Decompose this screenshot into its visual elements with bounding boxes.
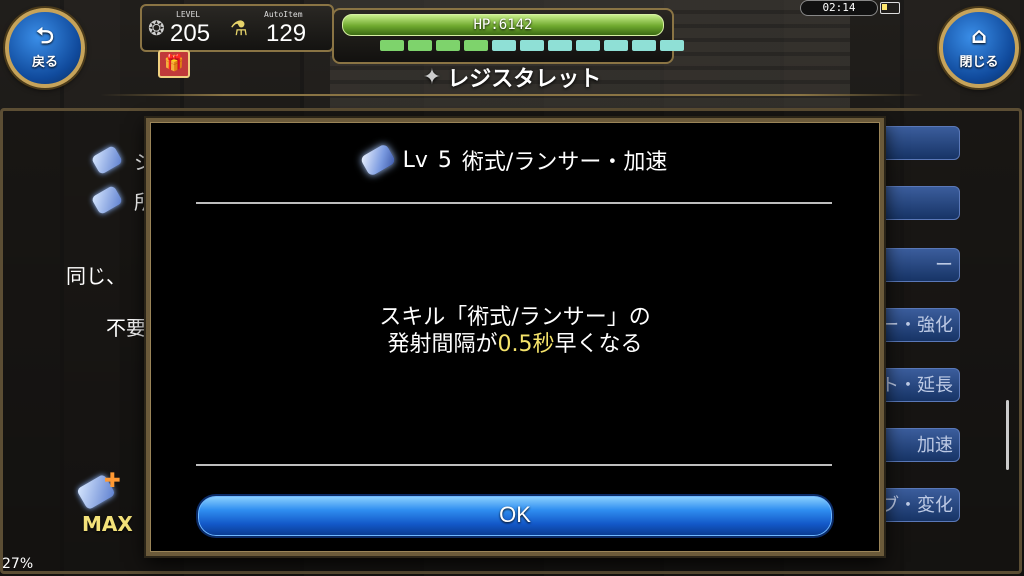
description-highlight: 0.5秒: [497, 332, 555, 357]
battery-icon: [880, 2, 900, 14]
chip-icon: [359, 142, 397, 178]
energy-segment: [660, 40, 684, 51]
description-line-2: 発射間隔が0.5秒早くなる: [150, 331, 880, 358]
plus-icon: ✚: [104, 468, 121, 492]
description-part-a: 発射間隔が: [387, 332, 498, 357]
description-part-b: 早くなる: [554, 332, 643, 357]
description-line-1: スキル「術式/ランサー」の: [379, 305, 651, 330]
back-button-label: 戻る: [31, 55, 58, 70]
gift-box-icon[interactable]: 🎁: [158, 50, 190, 78]
dialog-title-name: 術式/ランサー・加速: [461, 150, 668, 175]
autoitem-label: AutoItem: [264, 10, 303, 19]
under-text-1: 同じ、: [66, 264, 126, 288]
hp-bar: HP:6142: [342, 14, 664, 36]
dialog-title-lv: Lv: [402, 147, 428, 173]
player-stats-panel: ❂ LEVEL 205 ⚗ AutoItem 129: [140, 4, 334, 52]
scrollbar-thumb[interactable]: [1006, 400, 1009, 470]
skill-info-dialog: Lv 5 術式/ランサー・加速 スキル「術式/ランサー」の 発射間隔が0.5秒早…: [144, 116, 886, 558]
back-button[interactable]: ⮌ 戻る: [5, 8, 85, 88]
energy-segment: [604, 40, 628, 51]
title-divider: [100, 94, 924, 96]
energy-segment: [548, 40, 572, 51]
energy-segment: [408, 40, 432, 51]
energy-segment: [464, 40, 488, 51]
energy-segments: [380, 40, 684, 51]
return-arrow-icon: ⮌: [36, 24, 54, 49]
energy-segment: [436, 40, 460, 51]
close-button-label: 閉じる: [959, 55, 999, 70]
hp-gauge: HP:6142: [332, 8, 684, 64]
level-label: LEVEL: [176, 10, 201, 19]
energy-segment: [576, 40, 600, 51]
autoitem-value: 129: [266, 20, 307, 47]
max-label: MAX: [82, 512, 133, 536]
page-title-text: レジスタレット: [447, 67, 602, 92]
level-value: 205: [170, 20, 211, 47]
dialog-divider-bottom: [196, 464, 832, 466]
under-text-2: 不要: [106, 316, 146, 340]
energy-segment: [380, 40, 404, 51]
dialog-title-level: 5: [437, 147, 452, 173]
clock: 02:14: [800, 0, 878, 16]
home-icon: ⌂: [971, 24, 987, 49]
close-button[interactable]: ⌂ 閉じる: [939, 8, 1019, 88]
dialog-title: Lv 5 術式/ランサー・加速: [150, 142, 880, 178]
dialog-description: スキル「術式/ランサー」の 発射間隔が0.5秒早くなる: [150, 304, 880, 358]
dialog-divider-top: [196, 202, 832, 204]
progress-percent: 27%: [2, 556, 34, 572]
level-swirl-icon: ❂: [148, 16, 165, 40]
crest-icon: ✦: [422, 64, 442, 90]
energy-segment: [520, 40, 544, 51]
ok-button[interactable]: OK: [196, 494, 834, 538]
energy-segment: [632, 40, 656, 51]
potion-flask-icon: ⚗: [230, 16, 248, 40]
page-title: ✦ レジスタレット: [360, 60, 664, 94]
energy-segment: [492, 40, 516, 51]
